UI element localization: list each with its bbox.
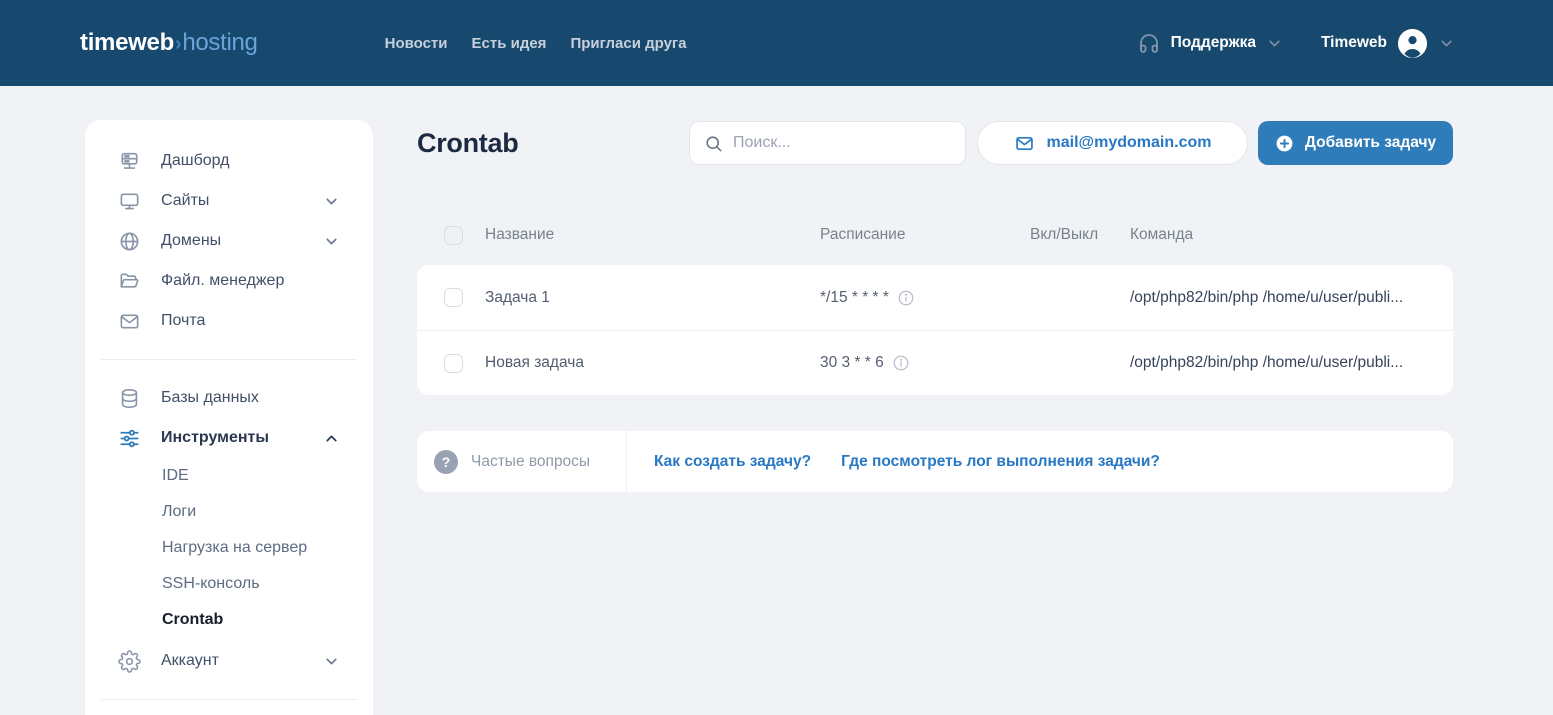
toggle-knob xyxy=(1061,366,1076,381)
toggle-knob xyxy=(1061,300,1076,316)
add-task-button[interactable]: Добавить задачу xyxy=(1258,121,1453,165)
plus-circle-icon xyxy=(1275,134,1294,153)
sidebar-subitem-logs[interactable]: Логи xyxy=(85,494,373,530)
search-input[interactable] xyxy=(733,134,951,152)
faq-link-view-log[interactable]: Где посмотреть лог выполнения задачи? xyxy=(841,453,1160,471)
sidebar-item-databases[interactable]: Базы данных xyxy=(85,378,373,418)
sidebar-subitem-crontab[interactable]: Crontab xyxy=(85,602,373,638)
sliders-icon xyxy=(118,427,141,450)
sidebar-label: Домены xyxy=(161,232,222,249)
sidebar-item-sites[interactable]: Сайты xyxy=(85,181,373,221)
account-menu[interactable]: Timeweb xyxy=(1320,28,1455,58)
task-name: Новая задача xyxy=(485,354,584,371)
page-title: Crontab xyxy=(417,127,519,158)
logo-hosting: hosting xyxy=(182,29,258,56)
faq-link-create-task[interactable]: Как создать задачу? xyxy=(654,453,811,471)
faq-header: ? Частые вопросы xyxy=(417,431,627,492)
server-icon xyxy=(118,150,141,173)
mail-button-label: mail@mydomain.com xyxy=(1046,134,1212,151)
headphones-icon xyxy=(1137,31,1161,55)
logo[interactable]: timeweb › hosting xyxy=(80,29,258,57)
faq-title: Частые вопросы xyxy=(471,452,591,470)
task-command: /opt/php82/bin/php /home/u/user/publi... xyxy=(1130,288,1404,306)
sidebar-label: Почта xyxy=(161,312,206,329)
top-navigation: Новости Есть идея Пригласи друга xyxy=(385,35,687,52)
sidebar-label: Аккаунт xyxy=(161,652,219,669)
column-header-name: Название xyxy=(485,226,555,243)
mail-notify-button[interactable]: mail@mydomain.com xyxy=(977,121,1248,165)
chevron-down-icon xyxy=(1266,35,1283,52)
select-all-checkbox[interactable] xyxy=(444,225,463,245)
sidebar-item-file-manager[interactable]: Файл. менеджер xyxy=(85,261,373,301)
database-icon xyxy=(118,387,141,410)
sidebar-subitem-ide[interactable]: IDE xyxy=(85,458,373,494)
sidebar-divider xyxy=(101,699,357,700)
topbar: timeweb › hosting Новости Есть идея Приг… xyxy=(0,0,1553,86)
nav-invite-friend[interactable]: Пригласи друга xyxy=(570,35,686,52)
task-schedule: */15 * * * * xyxy=(820,288,889,306)
nav-idea[interactable]: Есть идея xyxy=(472,35,547,52)
main-content: Crontab mail@mydomain.com xyxy=(417,120,1453,492)
chevron-down-icon xyxy=(1438,35,1455,52)
info-icon[interactable] xyxy=(892,354,910,372)
chevron-down-icon xyxy=(323,233,340,250)
page-header: Crontab mail@mydomain.com xyxy=(417,120,1453,166)
faq-bar: ? Частые вопросы Как создать задачу? Где… xyxy=(417,431,1453,492)
sidebar-item-dashboard[interactable]: Дашборд xyxy=(85,141,373,181)
sidebar-label: Базы данных xyxy=(161,389,259,406)
topbar-right: Поддержка Timeweb xyxy=(1137,28,1455,58)
add-button-label: Добавить задачу xyxy=(1304,134,1437,151)
chevron-up-icon xyxy=(323,430,340,447)
sidebar-label: Дашборд xyxy=(161,152,230,169)
faq-links: Как создать задачу? Где посмотреть лог в… xyxy=(627,453,1160,471)
nav-news[interactable]: Новости xyxy=(385,35,448,52)
sidebar-subitem-ssh-console[interactable]: SSH-консоль xyxy=(85,566,373,602)
search-box xyxy=(689,121,966,165)
support-label: Поддержка xyxy=(1170,34,1256,51)
account-label: Timeweb xyxy=(1320,34,1387,51)
support-menu[interactable]: Поддержка xyxy=(1137,31,1283,55)
sidebar-item-tools[interactable]: Инструменты xyxy=(85,418,373,458)
folder-icon xyxy=(118,270,141,293)
info-icon[interactable] xyxy=(897,289,915,307)
column-header-schedule: Расписание xyxy=(820,226,906,243)
task-command: /opt/php82/bin/php /home/u/user/publi... xyxy=(1130,354,1404,371)
monitor-icon xyxy=(118,190,141,213)
chevron-down-icon xyxy=(323,193,340,210)
table-row: Задача 1 */15 * * * * /opt/php82/bin/php… xyxy=(417,265,1453,330)
sidebar-label: Сайты xyxy=(161,192,210,209)
sidebar-label: Инструменты xyxy=(161,429,270,446)
gear-icon xyxy=(118,649,141,673)
task-name: Задача 1 xyxy=(485,288,550,306)
logo-timeweb: timeweb xyxy=(80,29,174,56)
sidebar-item-mail[interactable]: Почта xyxy=(85,301,373,341)
column-header-toggle: Вкл/Выкл xyxy=(1030,226,1099,243)
chevron-down-icon xyxy=(323,653,340,670)
sidebar: Дашборд Сайты Домены Файл. менеджер Почт… xyxy=(85,120,373,715)
globe-icon xyxy=(118,230,141,253)
sidebar-item-domains[interactable]: Домены xyxy=(85,221,373,261)
sidebar-subitem-server-load[interactable]: Нагрузка на сервер xyxy=(85,530,373,566)
row-checkbox[interactable] xyxy=(444,353,463,373)
logo-separator-icon: › xyxy=(174,33,182,55)
task-schedule: 30 3 * * 6 xyxy=(820,354,884,371)
sidebar-item-account[interactable]: Аккаунт xyxy=(85,641,373,681)
table-row: Новая задача 30 3 * * 6 /opt/php82/bin/p… xyxy=(417,330,1453,395)
row-checkbox[interactable] xyxy=(444,288,463,307)
sidebar-divider xyxy=(101,359,357,360)
avatar xyxy=(1398,28,1427,58)
search-icon xyxy=(704,134,723,153)
table-header-row: Название Расписание Вкл/Выкл Команда xyxy=(417,211,1453,259)
column-header-command: Команда xyxy=(1130,226,1194,243)
tasks-table: Задача 1 */15 * * * * /opt/php82/bin/php… xyxy=(417,265,1453,395)
sidebar-label: Файл. менеджер xyxy=(161,272,285,289)
question-icon: ? xyxy=(434,449,458,474)
mail-icon xyxy=(1014,133,1035,154)
mail-icon xyxy=(118,310,141,333)
